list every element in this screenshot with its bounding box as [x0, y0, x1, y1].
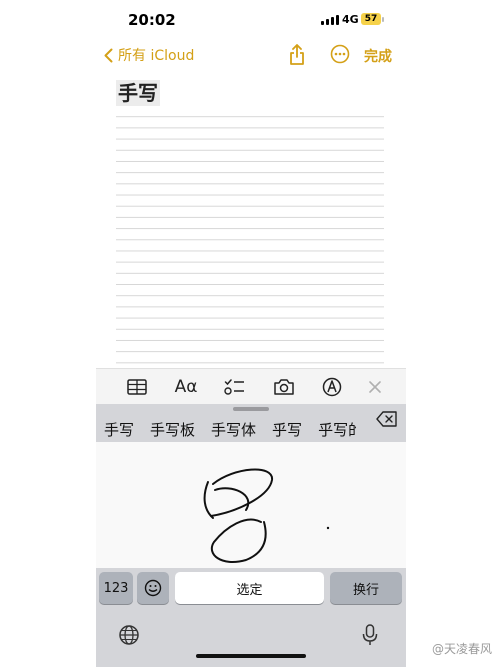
close-toolbar-button[interactable] — [362, 375, 388, 399]
handwriting-keyboard: 手写 手写板 手写体 乎写 乎写的 123 选定 换行 — [96, 404, 406, 667]
checklist-button[interactable] — [222, 375, 248, 399]
camera-button[interactable] — [271, 375, 297, 399]
chevron-left-icon — [104, 48, 113, 62]
return-key[interactable]: 换行 — [330, 572, 402, 604]
home-indicator[interactable] — [196, 654, 306, 658]
back-label: 所有 iCloud — [118, 48, 195, 64]
editor-toolbar: Aα — [96, 368, 406, 405]
status-bar: 20:02 4G 57 — [96, 0, 406, 40]
signal-icon — [321, 15, 339, 25]
note-title[interactable]: 手写 — [116, 80, 160, 106]
delete-button[interactable] — [376, 411, 398, 431]
back-button[interactable]: 所有 iCloud — [104, 45, 194, 65]
candidate-item[interactable]: 手写板 — [142, 419, 203, 440]
keyboard-grabber[interactable] — [233, 407, 269, 411]
pen-tip-circle-icon — [322, 377, 342, 397]
handwriting-stroke — [203, 468, 330, 563]
close-icon — [369, 381, 381, 393]
nav-bar: 所有 iCloud 完成 — [96, 40, 406, 70]
table-icon — [127, 379, 147, 395]
dictation-button[interactable] — [362, 624, 378, 650]
phone-screen: 20:02 4G 57 所有 iCloud 完成 手写 Aα 手写 手写板 手写… — [96, 0, 406, 667]
watermark: @天凌春风 — [431, 642, 492, 656]
battery-level: 57 — [364, 14, 378, 24]
table-button[interactable] — [124, 375, 150, 399]
candidate-item[interactable]: 手写体 — [203, 419, 264, 440]
camera-icon — [274, 379, 294, 395]
select-space-key[interactable]: 选定 — [175, 572, 324, 604]
candidate-item[interactable]: 乎写的 — [310, 419, 356, 440]
done-button[interactable]: 完成 — [364, 46, 392, 66]
microphone-icon — [362, 624, 378, 645]
globe-icon — [119, 625, 139, 645]
more-button[interactable] — [330, 44, 350, 68]
candidate-item[interactable]: 乎写 — [264, 419, 310, 440]
network-type: 4G — [342, 13, 359, 26]
format-button[interactable]: Aα — [173, 375, 199, 399]
battery-tip — [382, 17, 384, 22]
markup-button[interactable] — [319, 375, 345, 399]
handwriting-canvas[interactable] — [96, 442, 406, 568]
delete-backward-icon — [376, 411, 397, 427]
share-button[interactable] — [288, 44, 306, 70]
lined-paper[interactable] — [116, 106, 384, 368]
globe-button[interactable] — [118, 624, 140, 650]
candidate-item[interactable]: 手写 — [96, 419, 142, 440]
battery-icon: 57 — [361, 13, 381, 25]
share-icon — [290, 44, 304, 65]
emoji-key[interactable] — [137, 572, 169, 604]
emoji-icon — [144, 579, 162, 597]
checklist-icon — [224, 379, 244, 395]
ellipsis-circle-icon — [330, 44, 350, 64]
candidate-bar: 手写 手写板 手写体 乎写 乎写的 — [96, 414, 406, 444]
numbers-key[interactable]: 123 — [99, 572, 133, 604]
status-time: 20:02 — [128, 11, 176, 29]
